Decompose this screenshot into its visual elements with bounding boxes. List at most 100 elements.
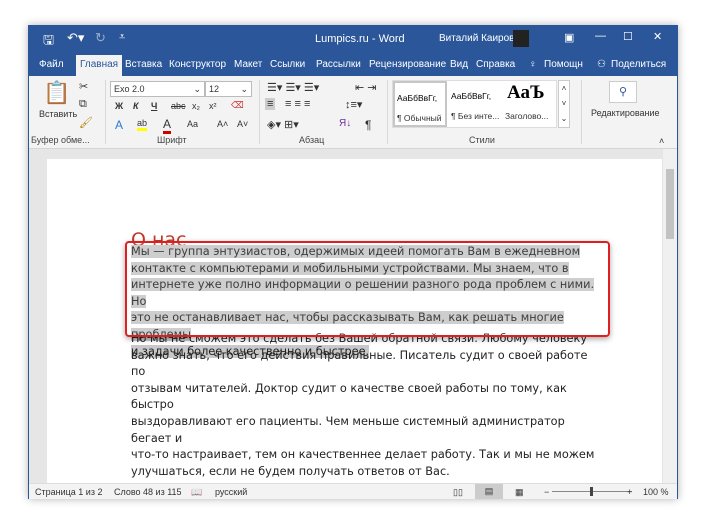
style-preview: АаБбВвГг, — [397, 93, 438, 103]
window-title: Lumpics.ru - Word — [315, 33, 405, 45]
tab-mailings[interactable]: Рассылки — [316, 59, 361, 70]
font-name-select[interactable]: Exo 2.0 ⌄ — [110, 81, 205, 97]
text-line: отзывам читателей. Доктор судит о качест… — [131, 381, 567, 412]
scrollbar-thumb[interactable] — [666, 169, 674, 239]
format-painter-icon[interactable]: 🖌 — [79, 116, 93, 129]
font-size-value: 12 — [209, 84, 220, 94]
text-line: важно знать, что его действия правильные… — [131, 348, 588, 379]
customize-icon[interactable]: ⩡ — [119, 31, 125, 44]
paste-button[interactable]: Вставить — [39, 109, 77, 119]
zoom-slider-thumb[interactable] — [590, 487, 593, 496]
zoom-out-button[interactable]: − — [544, 487, 549, 497]
text-line: что-то настраивает, тем он качественнее … — [131, 448, 595, 462]
close-icon[interactable]: ✕ — [653, 30, 662, 43]
styles-gallery: АаБбВвГг, ¶ Обычный АаБбВвГг, ¶ Без инте… — [392, 80, 557, 128]
text-effects-icon[interactable]: A — [115, 118, 123, 132]
title-bar: 🖫 ↶▾ ↻ ⩡ Lumpics.ru - Word Виталий Каиро… — [29, 26, 677, 52]
read-mode-icon[interactable]: ▯▯ — [453, 487, 463, 498]
maximize-icon[interactable]: ☐ — [623, 30, 633, 43]
group-paragraph: Абзац — [299, 135, 325, 145]
lightbulb-icon: ♀ — [529, 59, 537, 70]
tab-home[interactable]: Главная — [76, 55, 123, 76]
zoom-in-button[interactable]: + — [627, 487, 632, 497]
language[interactable]: русский — [215, 487, 247, 497]
show-marks-button[interactable]: ¶ — [365, 118, 371, 132]
shading-icon[interactable]: ◈▾ ⊞▾ — [267, 118, 299, 131]
paragraph[interactable]: Но мы не сможем это сделать без Вашей об… — [131, 331, 601, 480]
style-name: Заголово... — [505, 111, 549, 121]
chevron-down-icon: ⌄ — [240, 84, 248, 94]
proofing-icon[interactable]: 📖 — [191, 487, 202, 498]
group-styles: Стили — [469, 135, 495, 145]
text-line: выздоравливают его пациенты. Чем меньше … — [131, 414, 565, 445]
group-clipboard: Буфер обме... — [31, 135, 90, 145]
web-layout-icon[interactable]: ▦ — [515, 487, 524, 498]
highlight-icon[interactable]: ab — [137, 118, 148, 131]
tab-file[interactable]: Файл — [39, 59, 64, 70]
underline-button[interactable]: Ч — [151, 101, 157, 111]
tab-design[interactable]: Конструктор — [169, 59, 226, 70]
tab-review[interactable]: Рецензирование — [369, 59, 446, 70]
cut-icon[interactable]: ✂ — [79, 80, 88, 93]
style-heading[interactable]: АаЪ Заголово... — [503, 81, 557, 127]
share-icon: ⚇ — [597, 59, 606, 70]
highlight-frame — [125, 241, 610, 337]
redo-icon[interactable]: ↻ — [95, 30, 106, 46]
page-count[interactable]: Страница 1 из 2 — [35, 487, 102, 497]
font-name-value: Exo 2.0 — [114, 84, 145, 94]
sort-icon[interactable]: Я↓ — [339, 118, 351, 129]
bullets-icon[interactable]: ☰▾ ☰▾ ☰▾ — [267, 81, 319, 94]
word-count[interactable]: Слово 48 из 115 — [114, 487, 182, 497]
styles-scroll[interactable]: ˄ ˅ ⌄ — [558, 80, 570, 128]
user-name[interactable]: Виталий Каиров — [439, 33, 514, 44]
status-bar: Страница 1 из 2 Слово 48 из 115 📖 русски… — [29, 483, 677, 499]
subscript-button[interactable]: x₂ — [192, 101, 200, 111]
bold-button[interactable]: Ж — [115, 101, 123, 111]
ribbon: 📋 Вставить ✂ ⧉ 🖌 Буфер обме... Exo 2.0 ⌄ … — [29, 76, 677, 149]
tab-insert[interactable]: Вставка — [125, 59, 162, 70]
style-normal[interactable]: АаБбВвГг, ¶ Обычный — [393, 81, 447, 127]
minimize-icon[interactable]: — — [595, 30, 606, 42]
style-preview: АаЪ — [507, 82, 545, 103]
change-case-button[interactable]: Aa — [187, 119, 198, 129]
style-no-spacing[interactable]: АаБбВвГг, ¶ Без инте... — [449, 81, 503, 127]
superscript-button[interactable]: x² — [209, 101, 217, 111]
line-spacing-icon[interactable]: ↕≡▾ — [345, 98, 362, 111]
print-layout-icon[interactable]: ▤ — [475, 484, 503, 499]
style-name: ¶ Обычный — [397, 113, 442, 123]
collapse-ribbon-icon[interactable]: ˄ — [659, 136, 664, 146]
clear-formatting-icon[interactable]: ⌫ — [231, 100, 244, 111]
tell-me-button[interactable]: Помощн — [544, 59, 583, 70]
grow-font-button[interactable]: A˄ — [217, 119, 228, 129]
font-color-icon[interactable]: A — [163, 117, 172, 134]
align-buttons-icon[interactable]: ≡ ≡ ≡ — [285, 98, 310, 110]
ribbon-display-icon[interactable]: ▣ — [564, 31, 574, 44]
shrink-font-button[interactable]: A˅ — [237, 119, 248, 129]
align-left-icon[interactable]: ≡ — [265, 98, 276, 110]
paste-icon[interactable]: 📋 — [43, 80, 70, 106]
avatar[interactable] — [513, 30, 529, 47]
tab-layout[interactable]: Макет — [234, 59, 262, 70]
zoom-level[interactable]: 100 % — [643, 487, 669, 497]
chevron-down-icon: ⌄ — [193, 84, 201, 94]
document-area: О нас Мы — группа энтузиастов, одержимых… — [29, 149, 677, 489]
document-page[interactable]: О нас Мы — группа энтузиастов, одержимых… — [47, 159, 662, 489]
word-window: 🖫 ↶▾ ↻ ⩡ Lumpics.ru - Word Виталий Каиро… — [28, 25, 678, 499]
share-button[interactable]: Поделиться — [611, 59, 666, 70]
text-line: улучшаться, если не будем получать ответ… — [131, 464, 450, 478]
copy-icon[interactable]: ⧉ — [79, 98, 87, 111]
save-icon[interactable]: 🖫 — [43, 31, 54, 53]
vertical-scrollbar[interactable] — [663, 149, 677, 483]
strikethrough-button[interactable]: abc — [171, 101, 186, 111]
indent-icons[interactable]: ⇤ ⇥ — [355, 81, 377, 94]
style-preview: АаБбВвГг, — [451, 91, 492, 101]
tab-view[interactable]: Вид — [450, 59, 468, 70]
font-size-select[interactable]: 12 ⌄ — [205, 81, 252, 97]
search-icon[interactable]: ⚲ — [609, 81, 637, 103]
style-name: ¶ Без инте... — [451, 111, 500, 121]
editing-button[interactable]: Редактирование — [591, 108, 660, 118]
italic-button[interactable]: К — [133, 101, 139, 111]
tab-help[interactable]: Справка — [476, 59, 515, 70]
undo-icon[interactable]: ↶▾ — [67, 30, 84, 46]
tab-references[interactable]: Ссылки — [270, 59, 305, 70]
